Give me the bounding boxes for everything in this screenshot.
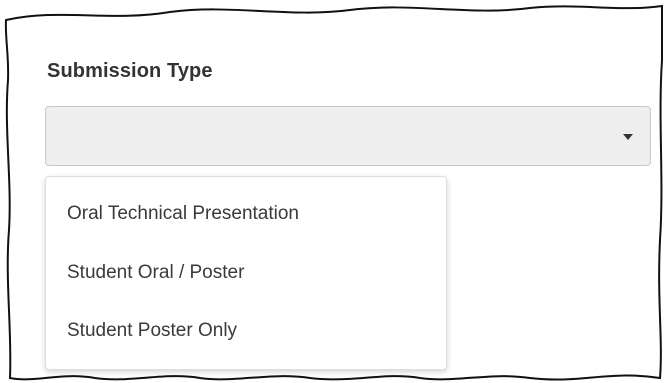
option-student-poster-only[interactable]: Student Poster Only — [67, 320, 237, 342]
submission-type-select[interactable] — [45, 106, 651, 166]
submission-type-dropdown: Oral Technical Presentation Student Oral… — [45, 176, 447, 370]
submission-type-label: Submission Type — [47, 60, 213, 82]
option-oral-technical-presentation[interactable]: Oral Technical Presentation — [67, 203, 299, 225]
caret-down-icon[interactable] — [623, 134, 633, 140]
option-student-oral-poster[interactable]: Student Oral / Poster — [67, 262, 244, 284]
